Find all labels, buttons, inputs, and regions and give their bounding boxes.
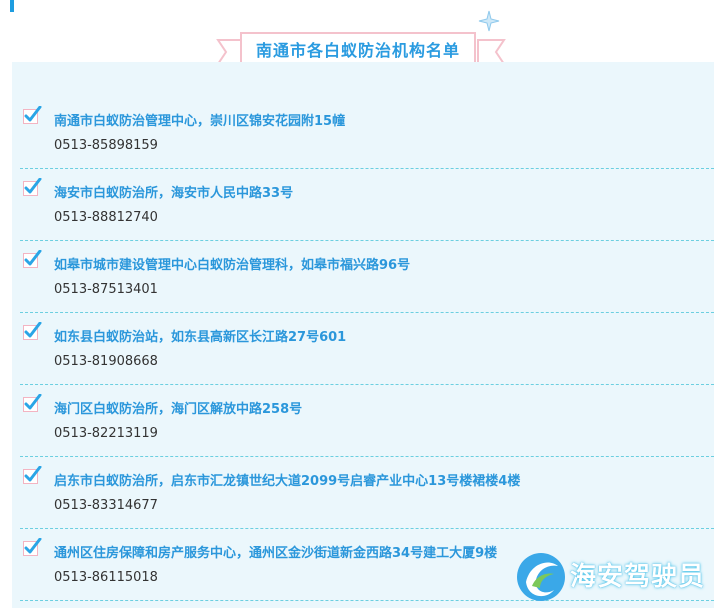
organization-name: 启东市白蚁防治所，启东市汇龙镇世纪大道2099号启睿产业中心13号楼裙楼4楼 <box>54 474 521 489</box>
organization-name: 通州区住房保障和房产服务中心，通州区金沙街道新金西路34号建工大厦9楼 <box>54 546 498 561</box>
divider <box>20 384 714 385</box>
list-item: 海门区白蚁防治所，海门区解放中路258号 0513-82213119 <box>12 394 714 466</box>
divider <box>20 168 714 169</box>
organization-name: 如皋市城市建设管理中心白蚁防治管理科，如皋市福兴路96号 <box>54 258 411 273</box>
divider <box>20 528 714 529</box>
list-item: 如东县白蚁防治站，如东县高新区长江路27号601 0513-81908668 <box>12 322 714 394</box>
organization-phone: 0513-86115018 <box>54 570 158 585</box>
list-item: 海安市白蚁防治所，海安市人民中路33号 0513-88812740 <box>12 178 714 250</box>
divider <box>20 312 714 313</box>
organization-name: 海门区白蚁防治所，海门区解放中路258号 <box>54 402 303 417</box>
checkmark-icon <box>23 250 42 268</box>
site-watermark: 海安驾驶员 <box>508 550 714 608</box>
list-item: 启东市白蚁防治所，启东市汇龙镇世纪大道2099号启睿产业中心13号楼裙楼4楼 05… <box>12 466 714 538</box>
organization-name: 如东县白蚁防治站，如东县高新区长江路27号601 <box>54 330 347 345</box>
checkmark-icon <box>23 394 42 412</box>
watermark-logo-icon <box>517 553 565 601</box>
divider <box>20 240 714 241</box>
organization-phone: 0513-81908668 <box>54 354 158 369</box>
page-title: 南通市各白蚁防治机构名单 <box>240 32 476 66</box>
checkmark-icon <box>23 106 42 124</box>
organization-phone: 0513-83314677 <box>54 498 158 513</box>
checkmark-icon <box>23 322 42 340</box>
list-item: 南通市白蚁防治管理中心，崇川区锦安花园附15幢 0513-85898159 <box>12 106 714 178</box>
checkmark-icon <box>23 538 42 556</box>
checkmark-icon <box>23 466 42 484</box>
organization-phone: 0513-88812740 <box>54 210 158 225</box>
checkmark-icon <box>23 178 42 196</box>
divider <box>20 456 714 457</box>
header-accent-bar <box>10 0 14 12</box>
organization-phone: 0513-85898159 <box>54 138 158 153</box>
organization-phone: 0513-82213119 <box>54 426 158 441</box>
organization-phone: 0513-87513401 <box>54 282 158 297</box>
list-item: 如皋市城市建设管理中心白蚁防治管理科，如皋市福兴路96号 0513-8751340… <box>12 250 714 322</box>
organization-name: 南通市白蚁防治管理中心，崇川区锦安花园附15幢 <box>54 114 346 129</box>
organization-name: 海安市白蚁防治所，海安市人民中路33号 <box>54 186 294 201</box>
organization-list: 南通市白蚁防治管理中心，崇川区锦安花园附15幢 0513-85898159 海安市白… <box>12 62 714 608</box>
watermark-text: 海安驾驶员 <box>570 562 706 592</box>
